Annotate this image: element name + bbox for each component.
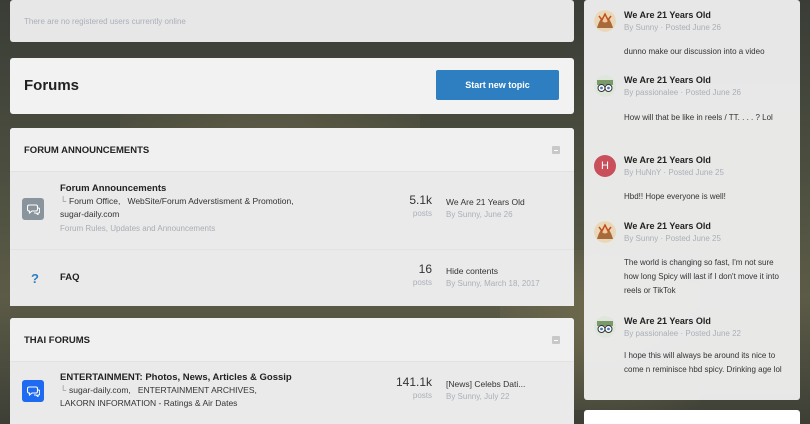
- post-count-value: 16: [418, 262, 432, 276]
- category-thai-forums: THAI FORUMS ENTERTAINMENT: Photos, News,…: [10, 318, 574, 424]
- forum-row: Forum Announcements └ Forum Office, WebSi…: [10, 172, 574, 250]
- collapse-icon[interactable]: [552, 336, 560, 344]
- last-post-title[interactable]: Hide contents: [446, 266, 540, 276]
- chat-bubbles-icon: [22, 198, 44, 220]
- activity-byline: By passionalee · Posted June 26: [624, 88, 741, 97]
- activity-content: Hbd!! Hope everyone is well!: [624, 192, 726, 201]
- sunny-avatar[interactable]: [594, 221, 616, 243]
- post-count-label: posts: [412, 391, 432, 400]
- post-count: 141.1k posts: [396, 375, 432, 400]
- activity-item: We Are 21 Years Old By Sunny · Posted Ju…: [594, 10, 790, 66]
- subforum-link[interactable]: sugar-daily.com: [60, 209, 119, 219]
- post-count: 5.1k posts: [409, 193, 432, 218]
- post-count-label: posts: [412, 209, 432, 218]
- last-post-byline: By Sunny, June 26: [446, 210, 513, 219]
- forum-row: ENTERTAINMENT: Photos, News, Articles & …: [10, 362, 574, 424]
- hunny-avatar[interactable]: H: [594, 155, 616, 177]
- forum-link-forum-announcements[interactable]: Forum Announcements: [60, 183, 166, 194]
- activity-item: H We Are 21 Years Old By HuNnY · Posted …: [594, 155, 790, 205]
- activity-content: I hope this will always be around its ni…: [624, 351, 782, 374]
- category-header: FORUM ANNOUNCEMENTS: [10, 128, 574, 172]
- activity-item: We Are 21 Years Old By passionalee · Pos…: [594, 75, 790, 141]
- sidebar-widget: [584, 410, 800, 424]
- category-header: THAI FORUMS: [10, 318, 574, 362]
- activity-content: The world is changing so fast, I'm not s…: [624, 258, 779, 295]
- forum-row: ? FAQ 16 posts Hide contents By Sunny, M…: [10, 250, 574, 306]
- passionalee-avatar[interactable]: [594, 316, 616, 338]
- subforum-link[interactable]: Forum Office,: [69, 196, 120, 206]
- question-icon: ?: [31, 270, 39, 286]
- online-users-panel: There are no registered users currently …: [10, 0, 574, 42]
- subforum-link[interactable]: sugar-daily.com,: [69, 385, 131, 395]
- last-post-title[interactable]: We Are 21 Years Old: [446, 197, 525, 207]
- activity-title[interactable]: We Are 21 Years Old: [624, 221, 711, 231]
- activity-byline: By passionalee · Posted June 22: [624, 329, 741, 338]
- category-forum-announcements: FORUM ANNOUNCEMENTS Forum Announcements …: [10, 128, 574, 306]
- forum-link-faq[interactable]: FAQ: [60, 272, 80, 283]
- activity-content: How will that be like in reels / TT. . .…: [624, 113, 773, 122]
- start-new-topic-button[interactable]: Start new topic: [436, 70, 559, 100]
- activity-byline: By HuNnY · Posted June 25: [624, 168, 724, 177]
- recent-activity-sidebar: We Are 21 Years Old By Sunny · Posted Ju…: [584, 0, 800, 400]
- forum-link-entertainment[interactable]: ENTERTAINMENT: Photos, News, Articles & …: [60, 372, 292, 383]
- forums-header: Forums Start new topic: [10, 58, 574, 114]
- chat-bubbles-icon: [22, 380, 44, 402]
- page-title: Forums: [24, 77, 80, 94]
- post-count: 16 posts: [413, 262, 432, 287]
- subforum-arrow-icon: └: [60, 385, 67, 395]
- last-post: [News] Celebs Dati... By Sunny, July 22: [446, 379, 525, 401]
- last-post-byline: By Sunny, July 22: [446, 392, 510, 401]
- sunny-avatar[interactable]: [594, 10, 616, 32]
- passionalee-avatar[interactable]: [594, 75, 616, 97]
- activity-byline: By Sunny · Posted June 26: [624, 23, 721, 32]
- subforum-link[interactable]: LAKORN INFORMATION - Ratings & Air Dates: [60, 398, 237, 408]
- online-users-text: There are no registered users currently …: [24, 17, 186, 26]
- subforum-arrow-icon: └: [60, 196, 67, 206]
- activity-title[interactable]: We Are 21 Years Old: [624, 75, 711, 85]
- activity-title[interactable]: We Are 21 Years Old: [624, 316, 711, 326]
- post-count-value: 5.1k: [409, 193, 432, 207]
- subforum-list: └ sugar-daily.com, ENTERTAINMENT ARCHIVES…: [60, 384, 257, 410]
- post-count-label: posts: [412, 278, 432, 287]
- category-title: THAI FORUMS: [24, 335, 90, 346]
- last-post-title[interactable]: [News] Celebs Dati...: [446, 379, 525, 389]
- activity-title[interactable]: We Are 21 Years Old: [624, 155, 711, 165]
- activity-content: dunno make our discussion into a video: [624, 47, 765, 56]
- last-post-byline: By Sunny, March 18, 2017: [446, 279, 540, 288]
- activity-item: We Are 21 Years Old By passionalee · Pos…: [594, 316, 790, 396]
- collapse-icon[interactable]: [552, 146, 560, 154]
- activity-byline: By Sunny · Posted June 25: [624, 234, 721, 243]
- last-post: Hide contents By Sunny, March 18, 2017: [446, 266, 540, 288]
- post-count-value: 141.1k: [395, 375, 432, 389]
- activity-title[interactable]: We Are 21 Years Old: [624, 10, 711, 20]
- subforum-link[interactable]: WebSite/Forum Adverstisment & Promotion,: [127, 196, 293, 206]
- subforum-link[interactable]: ENTERTAINMENT ARCHIVES,: [138, 385, 257, 395]
- subforum-list: └ Forum Office, WebSite/Forum Adverstisme…: [60, 195, 294, 221]
- last-post: We Are 21 Years Old By Sunny, June 26: [446, 197, 525, 219]
- activity-item: We Are 21 Years Old By Sunny · Posted Ju…: [594, 221, 790, 301]
- category-title: FORUM ANNOUNCEMENTS: [24, 145, 150, 156]
- forum-description: Forum Rules, Updates and Announcements: [60, 224, 216, 233]
